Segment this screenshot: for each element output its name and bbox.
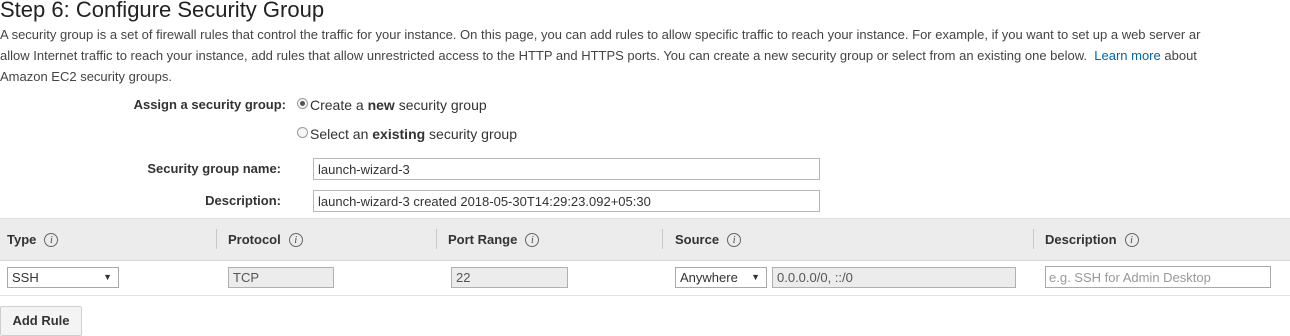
column-divider: [216, 229, 217, 249]
radio-create-new-group[interactable]: Create a new security group: [297, 97, 487, 113]
row-divider: [0, 295, 1290, 296]
rule-description-input[interactable]: [1045, 266, 1271, 288]
source-select[interactable]: Anywhere ▼: [675, 267, 767, 288]
intro-line-3: Amazon EC2 security groups.: [0, 69, 172, 84]
type-select-value: SSH: [12, 270, 39, 285]
column-description: Description i: [1045, 219, 1139, 260]
column-protocol: Protocol i: [228, 219, 303, 260]
radio-select-existing-label: Select an existing security group: [310, 126, 517, 142]
description-label: Description:: [205, 193, 281, 208]
intro-line-2: allow Internet traffic to reach your ins…: [0, 45, 1290, 66]
radio-button-unchecked[interactable]: [297, 126, 308, 138]
column-source: Source i: [675, 219, 742, 260]
intro-line-2-text: allow Internet traffic to reach your ins…: [0, 48, 1088, 63]
column-divider: [662, 229, 663, 249]
assign-security-group-label: Assign a security group:: [133, 97, 286, 112]
intro-text: A security group is a set of firewall ru…: [0, 24, 1290, 87]
info-icon[interactable]: i: [44, 232, 59, 247]
info-icon[interactable]: i: [727, 232, 742, 247]
column-type: Type i: [7, 219, 59, 260]
info-icon[interactable]: i: [288, 232, 303, 247]
security-group-name-input[interactable]: [313, 158, 820, 180]
column-description-label: Description: [1045, 232, 1117, 247]
info-icon[interactable]: i: [1124, 232, 1139, 247]
chevron-down-icon: ▼: [103, 272, 112, 282]
intro-line-2-tail: about: [1164, 48, 1197, 63]
type-select[interactable]: SSH ▼: [7, 267, 119, 288]
chevron-down-icon: ▼: [751, 272, 760, 282]
intro-line-1: A security group is a set of firewall ru…: [0, 27, 1201, 42]
add-rule-button[interactable]: Add Rule: [0, 306, 82, 336]
column-protocol-label: Protocol: [228, 232, 281, 247]
port-range-field: 22: [451, 267, 568, 288]
column-source-label: Source: [675, 232, 720, 247]
description-input[interactable]: [313, 190, 820, 212]
rules-table-header: Type i Protocol i Port Range i Source i Desc…: [0, 218, 1290, 261]
radio-select-existing-group[interactable]: Select an existing security group: [297, 126, 517, 142]
radio-create-new-label: Create a new security group: [310, 97, 487, 113]
security-group-name-label: Security group name:: [147, 161, 281, 176]
learn-more-link[interactable]: Learn more: [1094, 48, 1160, 63]
column-type-label: Type: [7, 232, 37, 247]
info-icon[interactable]: i: [525, 232, 540, 247]
column-port-range-label: Port Range: [448, 232, 518, 247]
protocol-field: TCP: [228, 267, 334, 288]
radio-button-checked[interactable]: [297, 97, 308, 109]
column-port-range: Port Range i: [448, 219, 540, 260]
source-cidr-field: 0.0.0.0/0, ::/0: [772, 267, 1016, 288]
column-divider: [1033, 229, 1034, 249]
source-select-value: Anywhere: [680, 270, 738, 285]
column-divider: [436, 229, 437, 249]
page-title: Step 6: Configure Security Group: [0, 0, 325, 22]
